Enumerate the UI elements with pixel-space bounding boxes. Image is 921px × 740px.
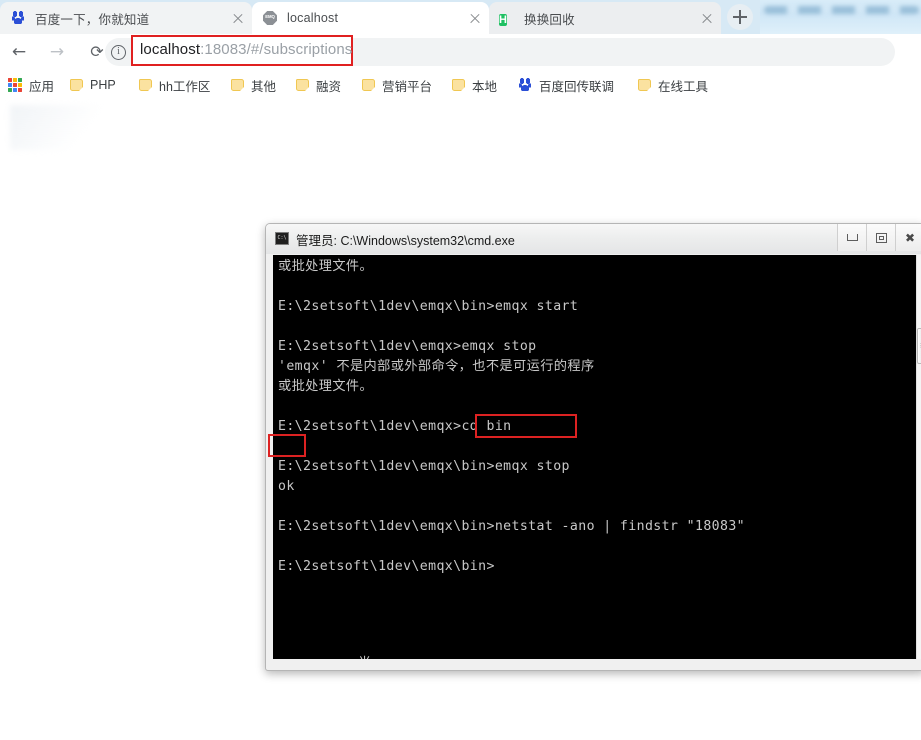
bookmark-label: 百度回传联调 xyxy=(539,79,615,94)
folder-icon xyxy=(452,79,465,91)
bookmark-baidu-callback[interactable]: 百度回传联调 xyxy=(518,70,614,100)
bookmark-online-tools[interactable]: 在线工具 xyxy=(638,70,708,100)
hh-icon-letter: H xyxy=(499,14,507,26)
bookmark-label: PHP xyxy=(90,78,116,92)
url-path: :18083/#/subscriptions xyxy=(200,41,353,58)
arrow-right-icon: → xyxy=(49,42,65,62)
hh-icon: H xyxy=(499,10,515,26)
console-line: E:\2setsoft\1dev\emqx>emqx stop xyxy=(278,339,537,354)
browser-tab-baidu[interactable]: 百度一下，你就知道 xyxy=(0,2,252,34)
bookmark-local[interactable]: 本地 xyxy=(452,70,497,100)
bookmark-label: 应用 xyxy=(29,79,55,94)
bookmark-label: 其他 xyxy=(251,79,277,94)
arrow-left-icon: ← xyxy=(11,42,27,62)
bookmark-label: 融资 xyxy=(316,79,342,94)
emq-icon xyxy=(262,10,278,26)
console-line: ok xyxy=(278,479,295,494)
folder-icon xyxy=(139,79,152,91)
browser-tab-localhost[interactable]: localhost xyxy=(252,2,489,34)
folder-icon xyxy=(70,79,83,91)
bookmarks-bar: 应用 PHP hh工作区 其他 融资 营销平台 本地 百度回传联调 在线工具 xyxy=(0,70,921,101)
minimize-button[interactable] xyxy=(837,224,866,251)
close-icon[interactable] xyxy=(699,10,715,26)
console-line: 'emqx' 不是内部或外部命令，也不是可运行的程序 xyxy=(278,359,595,374)
browser-chrome: 百度一下，你就知道 localhost H 换换回收 ← → ⟳ i local… xyxy=(0,0,921,101)
cmd-scrollbar-thumb[interactable]: ⋮ xyxy=(917,328,921,364)
cmd-window-title: 管理员: C:\Windows\system32\cmd.exe xyxy=(296,234,515,248)
console-line: E:\2setsoft\1dev\emqx\bin> xyxy=(278,559,495,574)
console-line: E:\2setsoft\1dev\emqx>cd bin xyxy=(278,419,512,434)
maximize-button[interactable] xyxy=(866,224,895,251)
console-line: E:\2setsoft\1dev\emqx\bin>emqx start xyxy=(278,299,579,314)
bookmark-financing[interactable]: 融资 xyxy=(296,70,341,100)
tabstrip-background-blur xyxy=(760,0,921,34)
bookmark-marketing-platform[interactable]: 营销平台 xyxy=(362,70,432,100)
console-line: E:\2setsoft\1dev\emqx\bin>netstat -ano |… xyxy=(278,519,746,534)
folder-icon xyxy=(638,79,651,91)
tab-title: localhost xyxy=(287,11,339,25)
close-button[interactable]: ✖ xyxy=(895,224,921,251)
apps-grid-icon xyxy=(8,78,22,92)
cmd-scrollbar[interactable]: ⋮ xyxy=(916,255,921,659)
bookmark-label: 在线工具 xyxy=(658,79,709,94)
close-icon: ✖ xyxy=(904,230,916,245)
address-bar-url: localhost:18083/#/subscriptions xyxy=(140,41,352,58)
tab-title: 换换回收 xyxy=(524,12,575,27)
console-line: 或批处理文件。 xyxy=(278,259,374,274)
cmd-console-output[interactable]: 或批处理文件。 E:\2setsoft\1dev\emqx\bin>emqx s… xyxy=(273,255,919,659)
cmd-title-bar[interactable]: C:\ 管理员: C:\Windows\system32\cmd.exe ✖ xyxy=(266,224,921,254)
folder-icon xyxy=(231,79,244,91)
cmd-app-icon: C:\ xyxy=(275,232,289,245)
close-icon[interactable] xyxy=(230,10,246,26)
browser-tab-huanhuan[interactable]: H 换换回收 xyxy=(489,2,721,34)
tab-title: 百度一下，你就知道 xyxy=(35,12,150,27)
tab-strip: 百度一下，你就知道 localhost H 换换回收 xyxy=(0,0,921,34)
console-line: E:\2setsoft\1dev\emqx\bin>emqx stop xyxy=(278,459,570,474)
folder-icon xyxy=(296,79,309,91)
console-bottom-partial-text: 半: xyxy=(358,654,380,659)
back-button[interactable]: ← xyxy=(8,41,30,63)
bookmark-label: 本地 xyxy=(472,79,498,94)
baidu-icon xyxy=(10,10,26,26)
bookmark-other[interactable]: 其他 xyxy=(231,70,276,100)
window-controls: ✖ xyxy=(837,224,921,251)
cmd-window[interactable]: C:\ 管理员: C:\Windows\system32\cmd.exe ✖ 或… xyxy=(265,223,921,671)
new-tab-button[interactable] xyxy=(727,4,753,30)
minimize-icon xyxy=(838,224,866,251)
maximize-icon xyxy=(867,224,895,251)
console-line: 或批处理文件。 xyxy=(278,379,374,394)
url-host: localhost xyxy=(140,41,201,58)
bookmark-apps[interactable]: 应用 xyxy=(8,70,54,100)
folder-icon xyxy=(362,79,375,91)
bookmark-php[interactable]: PHP xyxy=(70,70,116,100)
forward-button[interactable]: → xyxy=(46,41,68,63)
bookmark-hh-workspace[interactable]: hh工作区 xyxy=(139,70,210,100)
bookmark-label: 营销平台 xyxy=(382,79,433,94)
bookmark-label: hh工作区 xyxy=(159,79,211,94)
site-info-icon[interactable]: i xyxy=(111,45,126,60)
page-render-artifact xyxy=(10,105,130,150)
baidu-icon xyxy=(518,78,532,92)
close-icon[interactable] xyxy=(467,10,483,26)
